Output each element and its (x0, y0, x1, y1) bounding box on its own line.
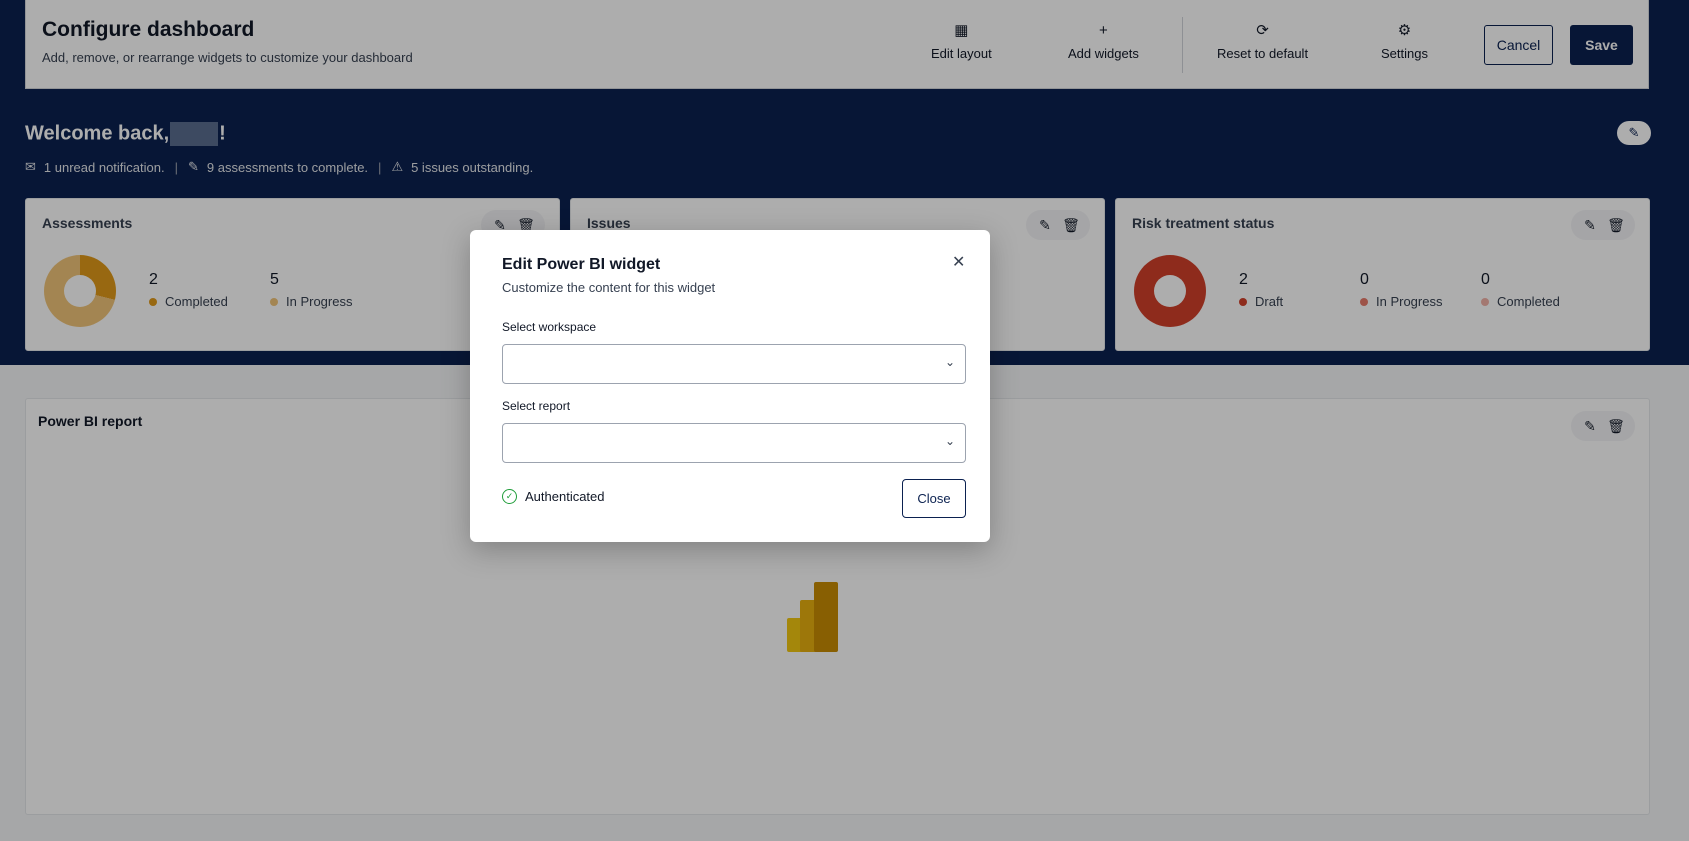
check-circle-icon: ✓ (502, 489, 517, 504)
dialog-title: Edit Power BI widget (502, 256, 661, 273)
report-select[interactable]: ⌄ (502, 423, 966, 463)
auth-status-text: Authenticated (525, 489, 605, 504)
report-label: Select report (502, 399, 571, 413)
close-icon[interactable]: ✕ (952, 252, 965, 272)
dialog-subtitle: Customize the content for this widget (502, 280, 716, 295)
chevron-down-icon: ⌄ (944, 355, 955, 369)
chevron-down-icon: ⌄ (944, 434, 955, 448)
auth-status: ✓ Authenticated (502, 489, 605, 504)
workspace-select[interactable]: ⌄ (502, 344, 966, 384)
close-button[interactable]: Close (902, 479, 966, 518)
workspace-label: Select workspace (502, 320, 597, 334)
edit-powerbi-dialog: Edit Power BI widget Customize the conte… (470, 230, 990, 542)
